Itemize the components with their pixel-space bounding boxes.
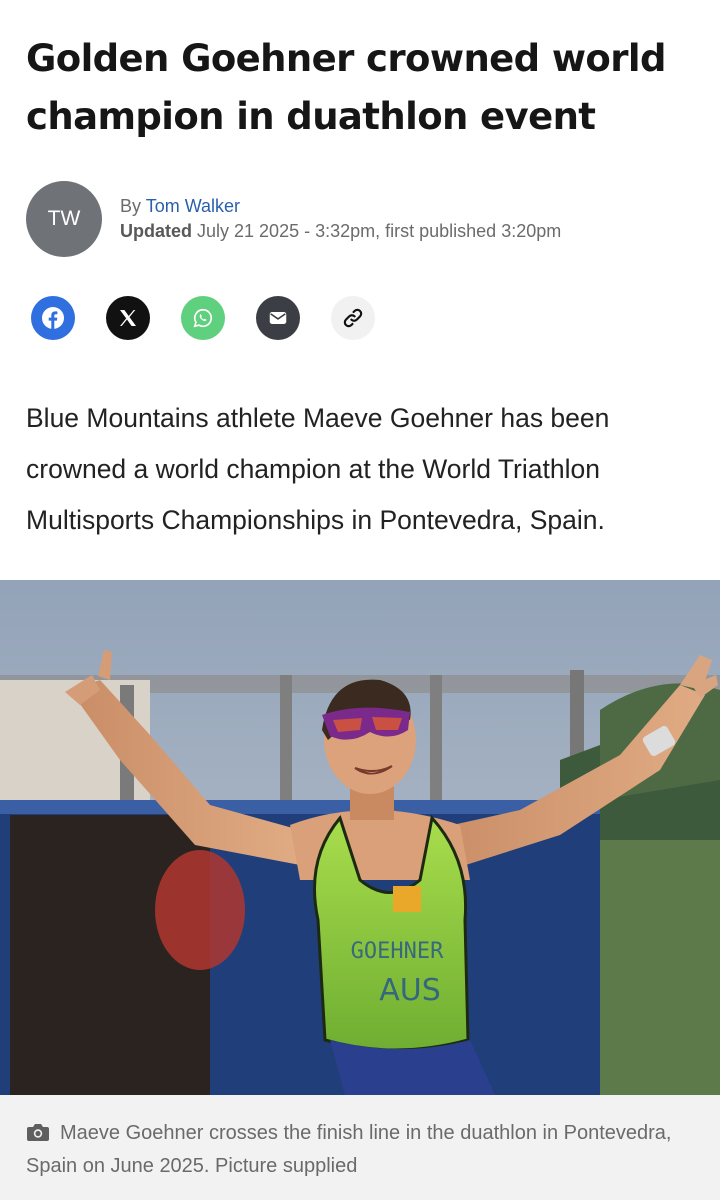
facebook-icon [42,307,64,329]
share-bar [31,296,375,340]
article-headline: Golden Goehner crowned world champion in… [26,37,666,138]
byline-date-line: Updated July 21 2025 - 3:32pm, first pub… [120,221,561,242]
share-whatsapp-button[interactable] [181,296,225,340]
mail-icon [269,312,287,324]
updated-label: Updated [120,221,192,241]
link-icon [343,308,363,328]
share-email-button[interactable] [256,296,300,340]
updated-timestamp: July 21 2025 - 3:32pm, first published 3… [197,221,562,241]
whatsapp-icon [193,308,213,328]
article-photo[interactable]: GOEHNER AUS [0,580,720,1095]
caption-text: Maeve Goehner crosses the finish line in… [26,1122,672,1177]
jersey-country: AUS [379,973,441,1008]
by-prefix: By [120,196,142,216]
share-copy-link-button[interactable] [331,296,375,340]
article-lede: Blue Mountains athlete Maeve Goehner has… [26,403,610,535]
camera-icon [27,1124,49,1141]
author-avatar[interactable]: TW [26,181,102,257]
jersey-name: GOEHNER [351,939,444,964]
x-logo-icon [120,310,136,326]
share-x-button[interactable] [106,296,150,340]
photo-caption: Maeve Goehner crosses the finish line in… [0,1095,720,1200]
byline: TW By Tom Walker Updated July 21 2025 - … [26,181,706,257]
author-link[interactable]: Tom Walker [146,196,240,216]
finish-line-photo: GOEHNER AUS [0,580,720,1095]
byline-author-line: By Tom Walker [120,196,240,217]
share-facebook-button[interactable] [31,296,75,340]
